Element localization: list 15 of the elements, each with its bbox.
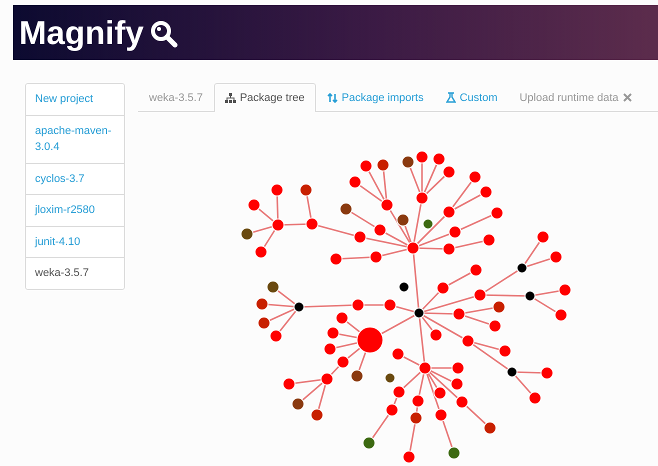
app-title: Magnify	[19, 14, 144, 52]
tab[interactable]: Package tree	[214, 83, 316, 112]
flask-icon	[446, 92, 456, 103]
project-link[interactable]: jloxim-r2580	[26, 195, 124, 226]
search-icon	[150, 20, 178, 48]
tab[interactable]: Package imports	[316, 83, 435, 111]
hierarchy-icon	[224, 93, 236, 103]
project-link[interactable]: apache-maven-3.0.4	[26, 116, 124, 164]
project-link[interactable]: cyclos-3.7	[26, 164, 124, 195]
project-link[interactable]: junit-4.10	[26, 226, 124, 258]
project-link[interactable]: weka-3.5.7	[26, 258, 124, 288]
tab[interactable]: Custom	[434, 83, 508, 111]
swap-arrows-icon	[326, 92, 338, 102]
project-link[interactable]: New project	[26, 84, 124, 116]
close-icon	[622, 93, 632, 102]
